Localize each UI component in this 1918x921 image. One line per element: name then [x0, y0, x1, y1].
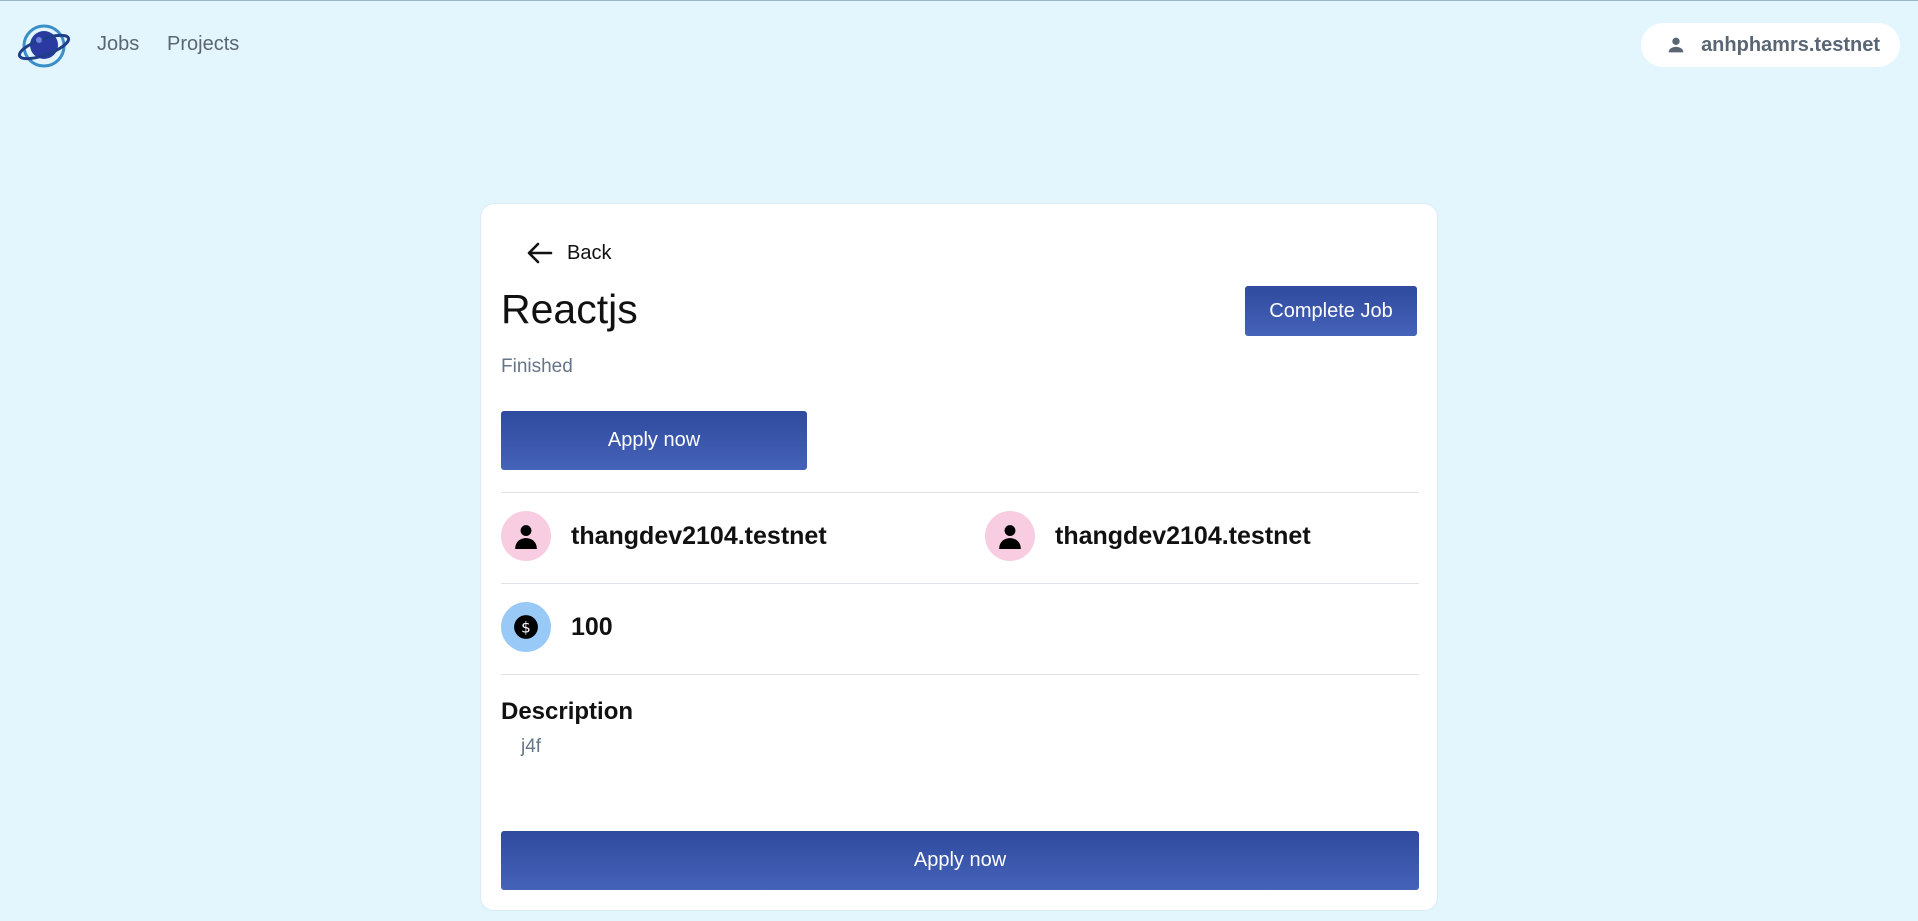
budget-row: $ 100 [501, 602, 613, 652]
back-button[interactable]: Back [525, 238, 611, 268]
apply-now-button[interactable]: Apply now [501, 411, 807, 470]
person-icon [1665, 34, 1687, 56]
description-text: j4f [521, 736, 542, 757]
complete-job-button[interactable]: Complete Job [1245, 286, 1417, 336]
worker-row: thangdev2104.testnet [985, 511, 1311, 561]
user-account-button[interactable]: anhphamrs.testnet [1641, 23, 1900, 67]
owner-account: thangdev2104.testnet [571, 521, 827, 550]
owner-row: thangdev2104.testnet [501, 511, 827, 561]
back-label: Back [567, 241, 612, 264]
nav-jobs-link[interactable]: Jobs [97, 33, 139, 56]
nav-projects-link[interactable]: Projects [167, 33, 239, 56]
divider [501, 583, 1419, 584]
description-heading: Description [501, 698, 634, 725]
divider [501, 492, 1419, 493]
arrow-left-icon [527, 242, 553, 264]
job-detail-card: Back Reactjs Complete Job Finished Apply… [480, 203, 1438, 911]
job-status: Finished [501, 356, 573, 377]
user-name: anhphamrs.testnet [1701, 33, 1880, 56]
planet-logo-icon[interactable] [17, 21, 73, 71]
divider [501, 674, 1419, 675]
budget-amount: 100 [571, 612, 613, 641]
top-nav: Jobs Projects anhphamrs.testnet [0, 1, 1918, 91]
job-title: Reactjs [501, 286, 638, 332]
apply-now-bottom-button[interactable]: Apply now [501, 831, 1419, 890]
person-avatar-icon [501, 511, 551, 561]
worker-account: thangdev2104.testnet [1055, 521, 1311, 550]
dollar-coin-icon: $ [501, 602, 551, 652]
person-avatar-icon [985, 511, 1035, 561]
svg-text:$: $ [521, 618, 531, 636]
